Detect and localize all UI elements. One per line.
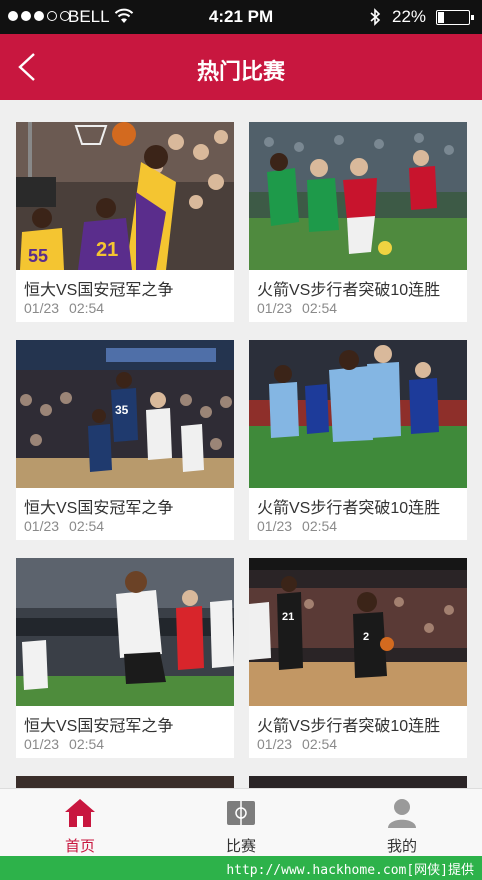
match-photo: 21 2 — [249, 558, 467, 706]
tab-label: 首页 — [64, 838, 95, 855]
match-photo — [249, 122, 467, 270]
battery-percent: 22% — [392, 7, 427, 26]
match-card-partial[interactable] — [16, 776, 234, 788]
page-title: 热门比赛 — [196, 59, 285, 84]
match-photo — [16, 558, 234, 706]
svg-text:21: 21 — [282, 611, 294, 623]
svg-text:35: 35 — [115, 403, 129, 417]
match-card[interactable]: 35 恒大VS国安冠军之争 01/23 02:54 — [16, 340, 234, 540]
match-card[interactable]: 火箭VS步行者突破10连胜 01/23 02:54 — [249, 122, 467, 322]
tab-home[interactable]: 首页 — [0, 789, 160, 857]
watermark-bar: http://www.hackhome.com[网侠]提供 — [0, 856, 482, 880]
tab-matches[interactable]: 比赛 — [161, 789, 321, 857]
match-time: 01/23 02:54 — [24, 736, 105, 752]
match-time: 01/23 02:54 — [24, 518, 105, 534]
svg-text:55: 55 — [28, 246, 48, 266]
tab-label: 比赛 — [225, 838, 256, 855]
match-time: 01/23 02:54 — [257, 518, 338, 534]
svg-text:2: 2 — [363, 631, 369, 643]
match-title: 火箭VS步行者突破10连胜 — [257, 500, 441, 517]
match-photo — [249, 340, 467, 488]
match-title: 恒大VS国安冠军之争 — [24, 718, 174, 735]
match-photo: 35 — [16, 340, 234, 488]
match-title: 火箭VS步行者突破10连胜 — [257, 282, 441, 299]
match-time: 01/23 02:54 — [24, 300, 105, 316]
match-grid: 21 55 恒大VS国安冠军之争 01/23 02:54 火箭VS步行者突破10… — [0, 100, 482, 788]
match-card[interactable]: 火箭VS步行者突破10连胜 01/23 02:54 — [249, 340, 467, 540]
home-icon — [65, 799, 95, 827]
match-card-partial[interactable] — [249, 776, 467, 788]
nav-bar: 热门比赛 — [0, 34, 482, 100]
match-card[interactable]: 21 55 恒大VS国安冠军之争 01/23 02:54 — [16, 122, 234, 322]
watermark-text: http://www.hackhome.com[网侠]提供 — [226, 863, 474, 878]
match-photo: 21 55 — [16, 122, 234, 270]
match-time: 01/23 02:54 — [257, 300, 338, 316]
bluetooth-icon — [370, 8, 381, 26]
status-bar: BELL 4:21 PM 22% — [0, 0, 482, 34]
tab-label: 我的 — [386, 838, 417, 855]
match-card[interactable]: 恒大VS国安冠军之争 01/23 02:54 — [16, 558, 234, 758]
battery-icon — [436, 10, 474, 25]
pitch-icon — [227, 801, 255, 825]
match-time: 01/23 02:54 — [257, 736, 338, 752]
match-title: 恒大VS国安冠军之争 — [24, 282, 174, 299]
match-card[interactable]: 21 2 火箭VS步行者突破10连胜 01/23 02:54 — [249, 558, 467, 758]
user-icon — [388, 799, 416, 828]
match-title: 火箭VS步行者突破10连胜 — [257, 718, 441, 735]
svg-text:21: 21 — [96, 239, 118, 261]
tab-bar: 首页 比赛 我的 — [0, 788, 482, 856]
match-title: 恒大VS国安冠军之争 — [24, 500, 174, 517]
tab-profile[interactable]: 我的 — [322, 789, 482, 857]
